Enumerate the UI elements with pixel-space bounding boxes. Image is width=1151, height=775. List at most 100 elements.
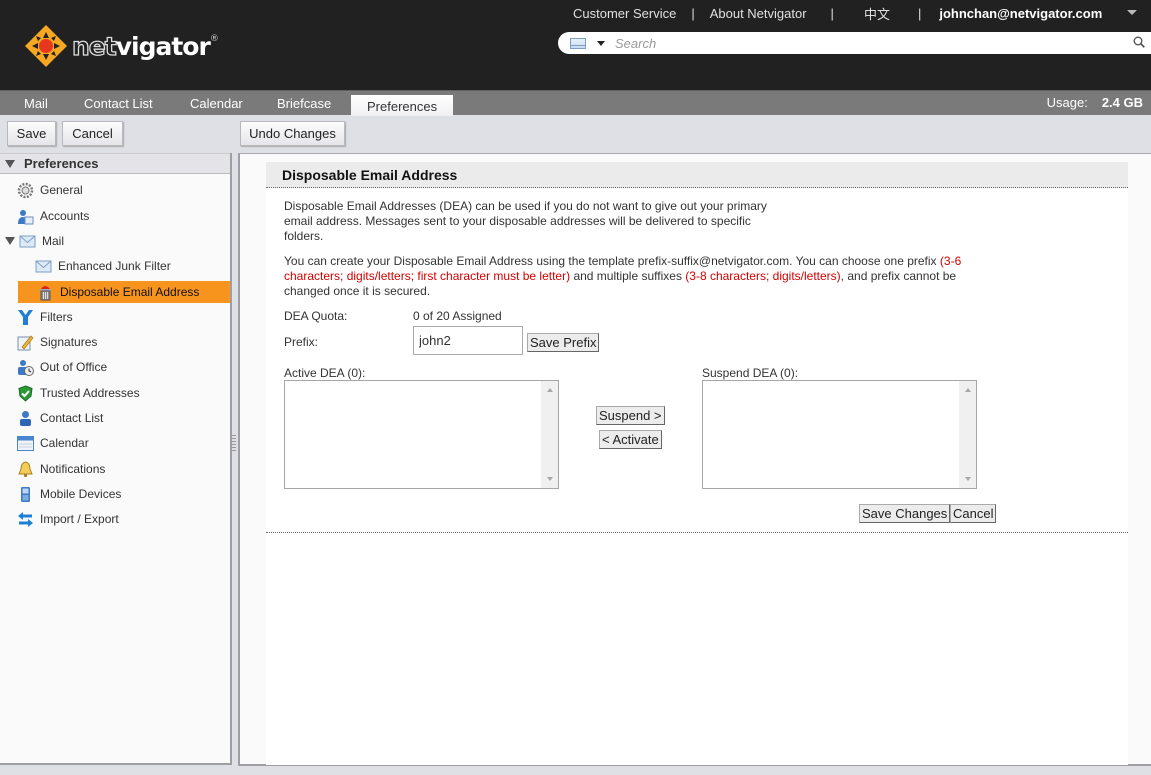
contact-icon [20,410,31,426]
signature-icon [17,335,34,350]
active-dea-list[interactable] [284,380,559,489]
about-netvigator-link[interactable]: About Netvigator [710,6,807,21]
panel-title: Disposable Email Address [266,162,1128,188]
sidebar-item-label: Notifications [40,462,106,476]
mail-scope-icon[interactable] [570,37,586,49]
scroll-down-arrow-icon[interactable] [965,477,971,481]
usage-value: 2.4 GB [1101,95,1143,110]
gear-icon [17,182,34,198]
sidebar-item-accounts[interactable]: Accounts [0,205,230,227]
sidebar-item-label: Enhanced Junk Filter [58,259,171,273]
logo-text-vigator: vigator [115,31,211,61]
prefix-label: Prefix: [284,335,319,349]
chinese-language-link[interactable]: 中文 [864,4,890,23]
user-menu-caret-icon[interactable] [1127,10,1137,15]
scroll-down-arrow-icon[interactable] [547,477,553,481]
top-links: Customer Service | About Netvigator | 中文… [573,4,1137,23]
suspended-dea-list[interactable] [702,380,977,489]
tab-mail[interactable]: Mail [24,96,48,111]
preferences-section-header[interactable]: Preferences [0,153,230,174]
sidebar-item-calendar[interactable]: Calendar [0,432,230,454]
logo-wordmark: netvigator® [71,31,218,61]
header: netvigator® Customer Service | About Net… [0,0,1151,90]
search-icon[interactable] [1133,36,1145,48]
cancel-changes-button[interactable]: Cancel [950,504,997,523]
import-export-icon [18,511,33,527]
sidebar-item-label: Out of Office [40,360,108,374]
active-list-scrollbar[interactable] [541,381,558,488]
sidebar-item-notifications[interactable]: Notifications [0,458,230,480]
scroll-up-arrow-icon[interactable] [965,388,971,392]
sidebar-item-label: Trusted Addresses [40,386,140,400]
dea-panel: Disposable Email Address Disposable Emai… [266,162,1128,765]
sidebar-item-disposable-email-address[interactable]: Disposable Email Address [18,281,230,303]
sidebar-item-label: Signatures [40,335,98,349]
sidebar-item-signatures[interactable]: Signatures [0,331,230,353]
storage-usage: Usage: 2.4 GB [1047,95,1143,110]
separator: | [917,6,922,21]
sidebar-item-enhanced-junk-filter[interactable]: Enhanced Junk Filter [0,255,230,277]
sidebar-item-import-export[interactable]: Import / Export [0,508,230,530]
collapse-triangle-icon[interactable] [5,159,15,168]
sidebar-item-label: Import / Export [40,512,119,526]
search-input[interactable] [615,35,1115,51]
tab-preferences[interactable]: Preferences [351,95,454,116]
sidebar-item-filters[interactable]: Filters [0,306,230,328]
netvigator-logo[interactable]: netvigator® [24,24,219,68]
sidebar-item-trusted-addresses[interactable]: Trusted Addresses [0,382,230,404]
preferences-sidebar: Preferences General Accounts Mail Enhanc… [0,153,232,765]
sidebar-item-contact-list[interactable]: Contact List [0,407,230,429]
search-scope-dropdown-icon[interactable] [597,40,605,46]
customer-service-link[interactable]: Customer Service [573,6,676,21]
separator: | [691,6,695,21]
suspend-button[interactable]: Suspend > [596,406,665,425]
netvigator-logo-icon [25,25,67,67]
sidebar-resize-handle[interactable] [232,435,236,451]
logo-text-net: net [71,31,117,61]
sidebar-item-mail[interactable]: Mail [0,230,230,252]
save-prefix-button[interactable]: Save Prefix [527,333,600,352]
rules-text-1: You can create your Disposable Email Add… [284,254,940,268]
mobile-icon [21,486,30,502]
section-divider [266,532,1128,533]
tab-briefcase[interactable]: Briefcase [277,96,331,111]
separator: | [830,6,834,21]
suspend-dea-label: Suspend DEA (0): [702,366,799,380]
intro-text: Disposable Email Addresses (DEA) can be … [284,199,767,243]
shield-icon [18,384,33,402]
scroll-up-arrow-icon[interactable] [547,388,553,392]
sidebar-item-label: Disposable Email Address [60,285,200,299]
sidebar-item-label: Mobile Devices [40,487,122,501]
mail-icon [35,260,52,272]
tab-contact-list[interactable]: Contact List [84,96,153,111]
cancel-button[interactable]: Cancel [62,121,123,146]
sidebar-item-general[interactable]: General [0,179,230,201]
sidebar-item-label: General [40,183,83,197]
tab-calendar[interactable]: Calendar [190,96,243,111]
sidebar-item-label: Calendar [40,436,89,450]
save-button[interactable]: Save [7,121,56,146]
bell-icon [18,460,33,477]
save-changes-button[interactable]: Save Changes [859,504,951,523]
activate-button[interactable]: < Activate [599,430,662,449]
sidebar-item-label: Filters [40,310,73,324]
user-account-menu[interactable]: johnchan@netvigator.com [939,6,1102,21]
sidebar-item-mobile-devices[interactable]: Mobile Devices [0,483,230,505]
sidebar-item-out-of-office[interactable]: Out of Office [0,356,230,378]
undo-changes-button[interactable]: Undo Changes [240,121,345,146]
rules-text-2: and multiple suffixes [570,269,686,283]
trash-icon [40,285,51,300]
active-dea-label: Active DEA (0): [284,366,366,380]
prefix-input[interactable] [413,326,523,355]
main-tab-bar: Mail Contact List Calendar Briefcase Pre… [0,90,1151,116]
suspended-list-scrollbar[interactable] [959,381,976,488]
usage-label: Usage: [1046,95,1088,110]
sidebar-item-label: Mail [42,234,65,248]
suffix-rule-highlight: (3-8 characters; digits/letters) [685,269,841,283]
prefix-rules-text: You can create your Disposable Email Add… [284,254,982,299]
search-bar [558,32,1151,54]
mail-icon [19,235,36,247]
expand-triangle-icon[interactable] [5,237,15,245]
sidebar-item-label: Contact List [40,411,104,425]
main-content: Disposable Email Address Disposable Emai… [238,153,1151,766]
